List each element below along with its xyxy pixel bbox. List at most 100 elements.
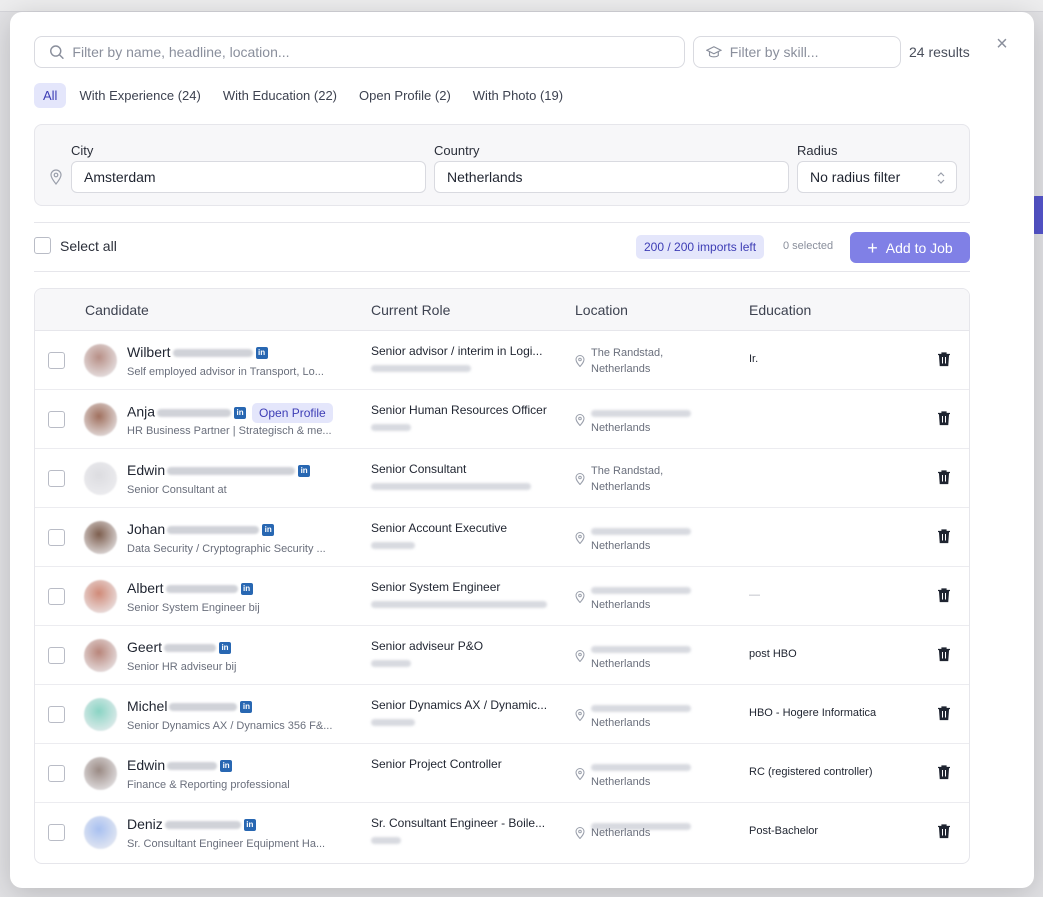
select-all[interactable]: Select all (34, 237, 117, 254)
candidate-name-cell: Edwin in (127, 462, 311, 478)
blurred-surname (172, 349, 253, 358)
city-input[interactable]: Amsterdam (71, 161, 426, 193)
table-body: Wilbert in Self employed advisor in Trans… (35, 331, 969, 862)
tab-with-education[interactable]: With Education (22) (214, 83, 346, 108)
candidate-name[interactable]: Wilbert (127, 344, 171, 360)
linkedin-icon[interactable]: in (298, 465, 311, 478)
row-checkbox[interactable] (48, 647, 65, 664)
column-education: Education (749, 302, 812, 318)
candidate-name[interactable]: Deniz (127, 816, 163, 832)
table-row[interactable]: Johan in Data Security / Cryptographic Se… (35, 508, 969, 567)
location-line-2: Netherlands (591, 422, 651, 434)
row-checkbox[interactable] (48, 765, 65, 782)
trash-icon[interactable] (937, 705, 951, 721)
table-row[interactable]: Geert in Senior HR adviseur bij Senior ad… (35, 626, 969, 685)
search-field[interactable] (34, 36, 685, 68)
add-to-job-button[interactable]: + Add to Job (850, 232, 970, 263)
trash-icon[interactable] (937, 587, 951, 603)
map-pin-icon (575, 414, 585, 426)
plus-icon: + (867, 237, 878, 258)
candidate-location: Netherlands (591, 656, 650, 672)
location-line-2: Netherlands (591, 599, 651, 611)
blurred-company (371, 837, 401, 844)
row-checkbox[interactable] (48, 706, 65, 723)
blurred-surname (165, 585, 238, 594)
trash-icon[interactable] (937, 764, 951, 780)
candidate-name[interactable]: Anja (127, 404, 155, 420)
location-line-2: Netherlands (591, 540, 651, 552)
candidate-education: Post-Bachelor (749, 825, 819, 837)
row-checkbox[interactable] (48, 529, 65, 546)
linkedin-icon[interactable]: in (255, 347, 268, 360)
candidate-headline: HR Business Partner | Strategisch & me..… (127, 425, 332, 437)
table-row[interactable]: Michel in Senior Dynamics AX / Dynamics 3… (35, 685, 969, 744)
country-input[interactable]: Netherlands (434, 161, 789, 193)
candidate-education: post HBO (749, 648, 797, 660)
candidate-headline: Senior System Engineer bij (127, 602, 260, 614)
table-row[interactable]: Anja in Open Profile HR Business Partner |… (35, 390, 969, 449)
current-role: Senior Account Executive (371, 521, 508, 535)
map-pin-icon (575, 650, 585, 662)
current-role: Sr. Consultant Engineer - Boile... (371, 816, 546, 830)
avatar (84, 462, 117, 495)
table-row[interactable]: Albert in Senior System Engineer bij Seni… (35, 567, 969, 626)
tab-all[interactable]: All (34, 83, 67, 108)
filter-tabs: All With Experience (24) With Education … (34, 83, 572, 108)
candidate-location: The Randstad, Netherlands (591, 463, 663, 495)
tab-open-profile[interactable]: Open Profile (2) (350, 83, 460, 108)
blurred-company (371, 601, 547, 608)
radius-select[interactable]: No radius filter (797, 161, 957, 193)
candidate-location: The Randstad, Netherlands (591, 345, 663, 377)
linkedin-icon[interactable]: in (240, 701, 253, 714)
trash-icon[interactable] (937, 823, 951, 839)
table-row[interactable]: Deniz in Sr. Consultant Engineer Equipmen… (35, 803, 969, 862)
trash-icon[interactable] (937, 351, 951, 367)
skill-filter-input[interactable] (729, 44, 900, 60)
current-role: Senior advisor / interim in Logi... (371, 344, 543, 358)
map-pin-icon (575, 709, 585, 721)
trash-icon[interactable] (937, 410, 951, 426)
linkedin-icon[interactable]: in (262, 524, 275, 537)
linkedin-icon[interactable]: in (220, 760, 233, 773)
close-icon[interactable]: × (992, 34, 1012, 54)
trash-icon[interactable] (937, 469, 951, 485)
candidate-education: — (749, 589, 760, 601)
linkedin-icon[interactable]: in (234, 407, 247, 419)
candidate-name-cell: Deniz in (127, 816, 256, 832)
current-role: Senior System Engineer (371, 580, 501, 594)
linkedin-icon[interactable]: in (240, 583, 253, 596)
row-checkbox[interactable] (48, 352, 65, 369)
tab-with-experience[interactable]: With Experience (24) (70, 83, 209, 108)
search-input[interactable] (72, 44, 684, 60)
select-all-checkbox[interactable] (34, 237, 51, 254)
row-checkbox[interactable] (48, 588, 65, 605)
candidate-name[interactable]: Albert (127, 580, 164, 596)
tab-with-photo[interactable]: With Photo (19) (464, 83, 572, 108)
row-checkbox[interactable] (48, 411, 65, 428)
linkedin-icon[interactable]: in (243, 819, 256, 832)
candidate-location: Netherlands (591, 825, 650, 841)
blurred-company (371, 719, 415, 726)
table-row[interactable]: Edwin in Senior Consultant at Senior Cons… (35, 449, 969, 508)
radius-label: Radius (797, 143, 838, 158)
linkedin-icon[interactable]: in (219, 642, 232, 655)
trash-icon[interactable] (937, 646, 951, 662)
skill-filter-field[interactable] (693, 36, 901, 68)
city-label: City (71, 143, 94, 158)
column-location: Location (575, 302, 628, 318)
trash-icon[interactable] (937, 528, 951, 544)
location-line-1: The Randstad, (591, 465, 664, 477)
candidate-name[interactable]: Geert (127, 639, 162, 655)
table-row[interactable]: Wilbert in Self employed advisor in Trans… (35, 331, 969, 390)
candidate-name[interactable]: Johan (127, 521, 165, 537)
candidate-headline: Self employed advisor in Transport, Lo..… (127, 366, 324, 378)
location-filter-panel: City Amsterdam Country Netherlands Radiu… (34, 124, 970, 206)
candidate-name[interactable]: Edwin (127, 757, 165, 773)
candidate-name[interactable]: Edwin (127, 462, 165, 478)
candidate-name[interactable]: Michel (127, 698, 167, 714)
row-checkbox[interactable] (48, 470, 65, 487)
table-row[interactable]: Edwin in Finance & Reporting professional… (35, 744, 969, 803)
blurred-location (591, 764, 691, 771)
row-checkbox[interactable] (48, 824, 65, 841)
candidate-education: Ir. (749, 353, 759, 365)
